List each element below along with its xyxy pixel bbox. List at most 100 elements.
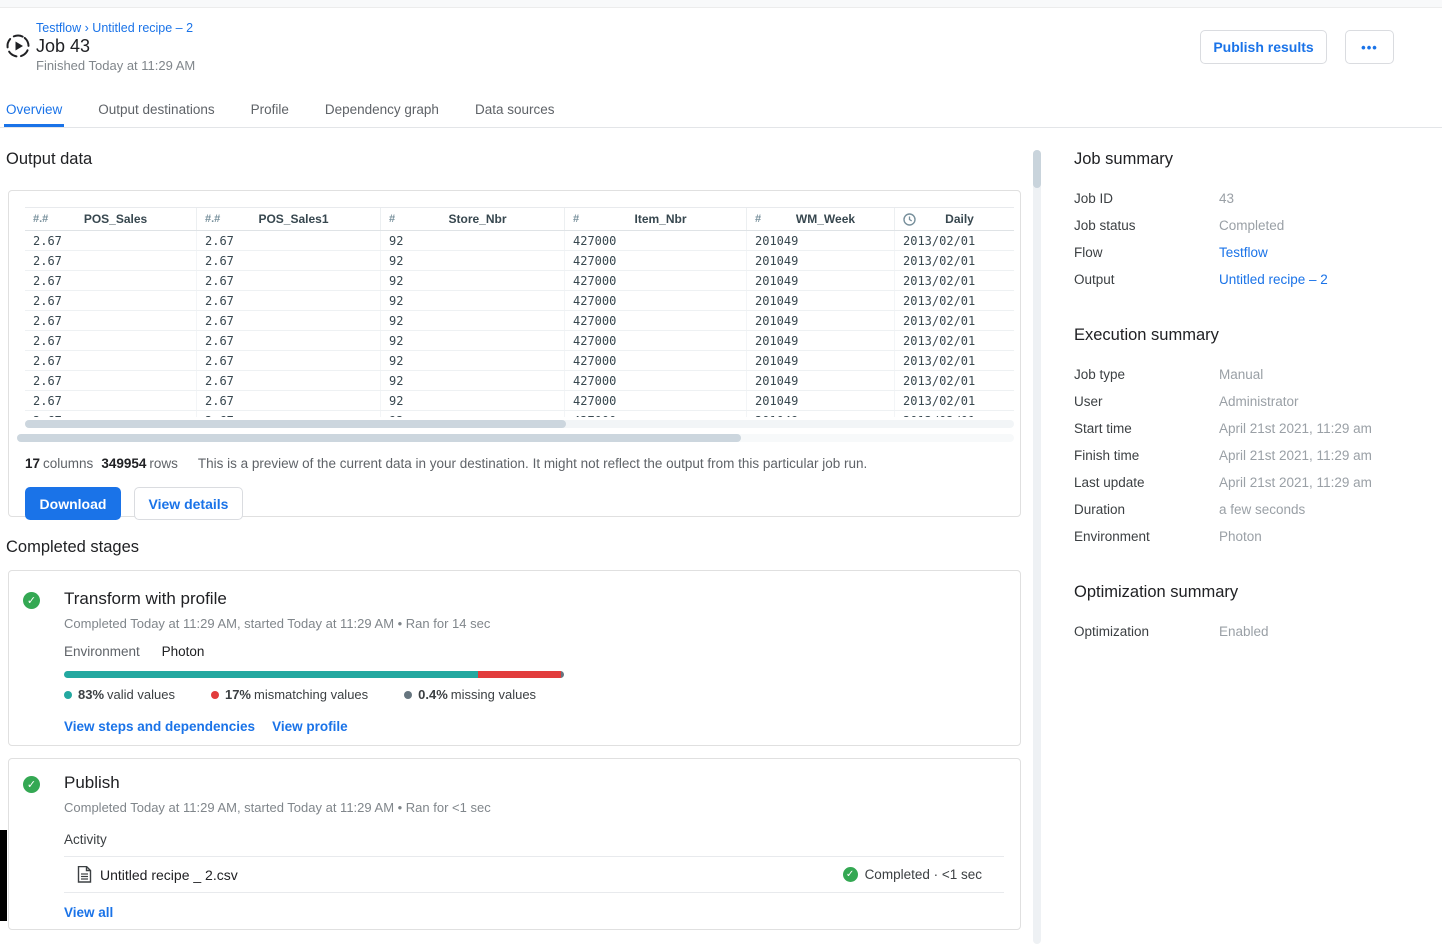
column-header-item-nbr[interactable]: #Item_Nbr — [565, 208, 747, 230]
table-cell: 2013/02/01 — [895, 351, 1014, 370]
scrollbar-thumb[interactable] — [25, 420, 566, 428]
table-row: 2.672.67924270002010492013/02/01 — [25, 311, 1014, 331]
activity-row[interactable]: Untitled recipe _ 2.csv ✓ Completed · <1… — [64, 857, 1004, 893]
column-label: POS_Sales1 — [231, 212, 380, 226]
view-all-link[interactable]: View all — [64, 905, 113, 920]
content-vertical-scrollbar-track[interactable] — [1033, 150, 1041, 944]
download-button[interactable]: Download — [25, 487, 121, 520]
screen-edge-artifact — [0, 830, 7, 921]
legend-item-mismatching-values: 17%mismatching values — [211, 687, 368, 702]
column-header-wm-week[interactable]: #WM_Week — [747, 208, 895, 230]
table-row: 2.672.67924270002010492013/02/01 — [25, 271, 1014, 291]
section-optimization-summary: Optimization summaryOptimizationEnabled — [1074, 583, 1424, 645]
activity-status-text: Completed · <1 sec — [865, 867, 982, 882]
scrollbar-thumb[interactable] — [17, 434, 741, 442]
column-header-pos-sales1[interactable]: #.#POS_Sales1 — [197, 208, 381, 230]
column-label: Store_Nbr — [415, 212, 564, 226]
table-row: 2.672.67924270002010492013/02/01 — [25, 231, 1014, 251]
table-cell: 201049 — [747, 271, 895, 290]
tab-dependency-graph[interactable]: Dependency graph — [323, 94, 441, 127]
success-check-icon: ✓ — [843, 867, 858, 882]
job-summary-heading: Job summary — [1074, 150, 1424, 169]
environment-value: Photon — [162, 644, 205, 659]
table-cell: 2.67 — [25, 391, 197, 410]
kv-value: April 21st 2021, 11:29 am — [1219, 448, 1372, 463]
columns-count: 17 — [25, 456, 40, 471]
kv-label: Start time — [1074, 421, 1219, 436]
success-check-icon: ✓ — [23, 592, 40, 609]
stage-title: Transform with profile — [64, 589, 1004, 609]
column-header-store-nbr[interactable]: # Store_Nbr — [381, 208, 565, 230]
integer-type-icon: # — [389, 213, 411, 225]
page-title: Job 43 — [36, 36, 90, 57]
table-horizontal-scrollbar[interactable] — [25, 420, 1014, 428]
tab-overview[interactable]: Overview — [4, 94, 64, 127]
table-cell: 2.67 — [25, 351, 197, 370]
table-cell: 2.67 — [25, 311, 197, 330]
table-cell: 2013/02/01 — [895, 391, 1014, 410]
tab-profile[interactable]: Profile — [249, 94, 291, 127]
table-header-row: #.#POS_Sales#.#POS_Sales1 # Store_Nbr#Item… — [25, 207, 1014, 231]
card-horizontal-scrollbar[interactable] — [17, 434, 1014, 442]
table-cell: 2.67 — [197, 371, 381, 390]
kv-value: Completed — [1219, 218, 1284, 233]
table-cell: 201049 — [747, 371, 895, 390]
breadcrumb-recipe-link[interactable]: Untitled recipe – 2 — [92, 21, 193, 35]
table-cell: 427000 — [565, 291, 747, 310]
table-cell: 2.67 — [197, 291, 381, 310]
tab-bar: Overview Output destinations Profile Depend… — [0, 94, 1442, 128]
table-cell: 427000 — [565, 391, 747, 410]
kv-row-optimization: OptimizationEnabled — [1074, 618, 1424, 645]
table-cell: 427000 — [565, 331, 747, 350]
table-row: 2.672.67924270002010492013/02/01 — [25, 351, 1014, 371]
table-cell: 2013/02/01 — [895, 231, 1014, 250]
kv-value: 43 — [1219, 191, 1234, 206]
stage-links: View steps and dependencies View profile — [64, 719, 1004, 734]
table-cell: 201049 — [747, 411, 895, 417]
table-cell: 92 — [381, 331, 565, 350]
view-steps-and-dependencies-link[interactable]: View steps and dependencies — [64, 719, 255, 734]
table-cell: 2.67 — [25, 331, 197, 350]
kv-value-link[interactable]: Testflow — [1219, 245, 1268, 260]
table-cell: 427000 — [565, 231, 747, 250]
tab-data-sources[interactable]: Data sources — [473, 94, 557, 127]
job-run-icon — [5, 33, 31, 59]
legend-value: 0.4% — [418, 687, 448, 702]
more-options-button[interactable]: ••• — [1345, 30, 1394, 64]
content-vertical-scrollbar-thumb[interactable] — [1033, 150, 1041, 188]
preview-note: This is a preview of the current data in… — [198, 456, 867, 471]
view-profile-link[interactable]: View profile — [272, 719, 348, 734]
table-cell: 2013/02/01 — [895, 331, 1014, 350]
stage-subtitle: Completed Today at 11:29 AM, started Tod… — [64, 800, 1004, 815]
breadcrumb: Testflow › Untitled recipe – 2 — [36, 21, 193, 35]
tab-output-destinations[interactable]: Output destinations — [96, 94, 216, 127]
table-cell: 201049 — [747, 311, 895, 330]
breadcrumb-flow-link[interactable]: Testflow — [36, 21, 81, 35]
view-details-button[interactable]: View details — [134, 487, 243, 520]
column-header-daily[interactable]: Daily — [895, 208, 1014, 230]
kv-value-link[interactable]: Untitled recipe – 2 — [1219, 272, 1328, 287]
kv-label: Optimization — [1074, 624, 1219, 639]
table-cell: 427000 — [565, 251, 747, 270]
kv-value: Photon — [1219, 529, 1262, 544]
table-cell: 2013/02/01 — [895, 271, 1014, 290]
legend-item-missing-values: 0.4%missing values — [404, 687, 536, 702]
stage-subtitle: Completed Today at 11:29 AM, started Tod… — [64, 616, 1004, 631]
legend-value: 83% — [78, 687, 104, 702]
stage-title: Publish — [64, 773, 1004, 793]
column-header-pos-sales[interactable]: #.#POS_Sales — [25, 208, 197, 230]
publish-results-button[interactable]: Publish results — [1200, 30, 1327, 64]
section-execution-summary: Execution summaryJob typeManualUserAdmin… — [1074, 326, 1424, 550]
mismatching-values-segment — [478, 671, 561, 678]
rows-word: rows — [149, 456, 178, 471]
execution-summary-heading: Execution summary — [1074, 326, 1424, 345]
kv-label: Job ID — [1074, 191, 1219, 206]
table-cell: 2.67 — [25, 271, 197, 290]
table-cell: 427000 — [565, 411, 747, 417]
table-cell: 201049 — [747, 351, 895, 370]
kv-row-last-update: Last updateApril 21st 2021, 11:29 am — [1074, 469, 1424, 496]
breadcrumb-separator: › — [85, 21, 89, 35]
kv-row-job-id: Job ID43 — [1074, 185, 1424, 212]
kv-label: Output — [1074, 272, 1219, 287]
quality-legend: 83%valid values17%mismatching values0.4%… — [64, 687, 1004, 702]
